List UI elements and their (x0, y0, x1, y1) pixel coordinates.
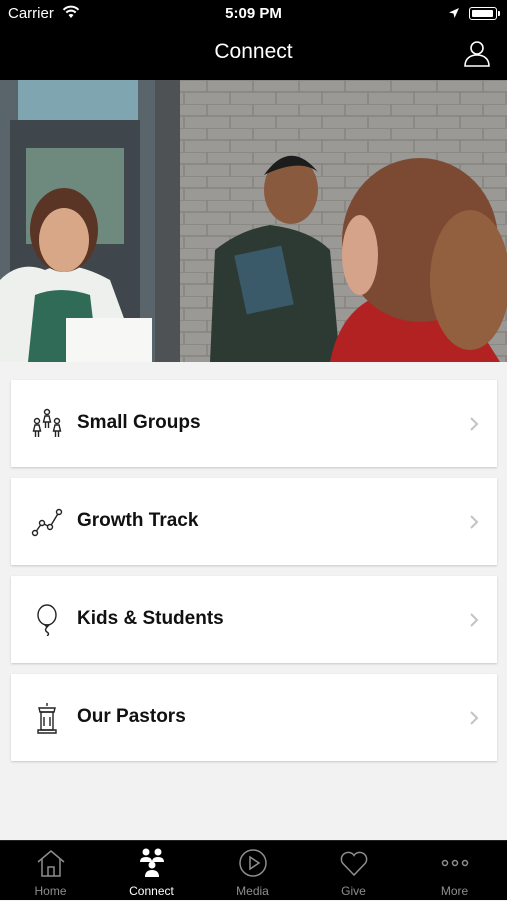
tab-give[interactable]: Give (303, 841, 404, 901)
tab-bar: Home Connect Media Give More (0, 840, 507, 900)
menu-list: Small Groups Growth Track Kids & Student… (11, 380, 497, 772)
location-arrow-icon (448, 6, 460, 23)
growth-track-icon (31, 506, 63, 538)
balloon-icon (31, 604, 63, 637)
menu-item-label: Growth Track (77, 510, 199, 531)
page-title: Connect (214, 40, 293, 63)
pulpit-icon (31, 702, 63, 734)
tab-more[interactable]: More (404, 841, 505, 901)
hero-photo (0, 80, 507, 362)
chevron-right-icon (469, 514, 479, 535)
tab-label: Home (34, 884, 67, 898)
chevron-right-icon (469, 710, 479, 731)
profile-icon[interactable] (463, 39, 491, 72)
home-icon (35, 847, 67, 879)
clock: 5:09 PM (225, 5, 282, 22)
menu-item-kids-students[interactable]: Kids & Students (11, 576, 497, 663)
tab-label: Give (341, 884, 366, 898)
tab-home[interactable]: Home (0, 841, 101, 901)
more-icon (439, 847, 471, 879)
tab-label: Media (236, 884, 269, 898)
tab-connect[interactable]: Connect (101, 841, 202, 901)
play-icon (237, 847, 269, 879)
tab-media[interactable]: Media (202, 841, 303, 901)
chevron-right-icon (469, 612, 479, 633)
menu-item-growth-track[interactable]: Growth Track (11, 478, 497, 565)
menu-item-small-groups[interactable]: Small Groups (11, 380, 497, 467)
battery-icon (469, 7, 500, 20)
status-bar: Carrier 5:09 PM (0, 0, 507, 28)
chevron-right-icon (469, 416, 479, 437)
menu-item-label: Kids & Students (77, 608, 224, 629)
menu-item-label: Our Pastors (77, 706, 186, 727)
navigation-bar: Connect (0, 28, 507, 80)
tab-label: More (440, 884, 469, 898)
tab-label: Connect (129, 884, 174, 898)
heart-icon (338, 847, 370, 879)
menu-item-label: Small Groups (77, 412, 201, 433)
menu-item-our-pastors[interactable]: Our Pastors (11, 674, 497, 761)
connect-icon (136, 847, 168, 879)
small-groups-icon (31, 408, 63, 440)
